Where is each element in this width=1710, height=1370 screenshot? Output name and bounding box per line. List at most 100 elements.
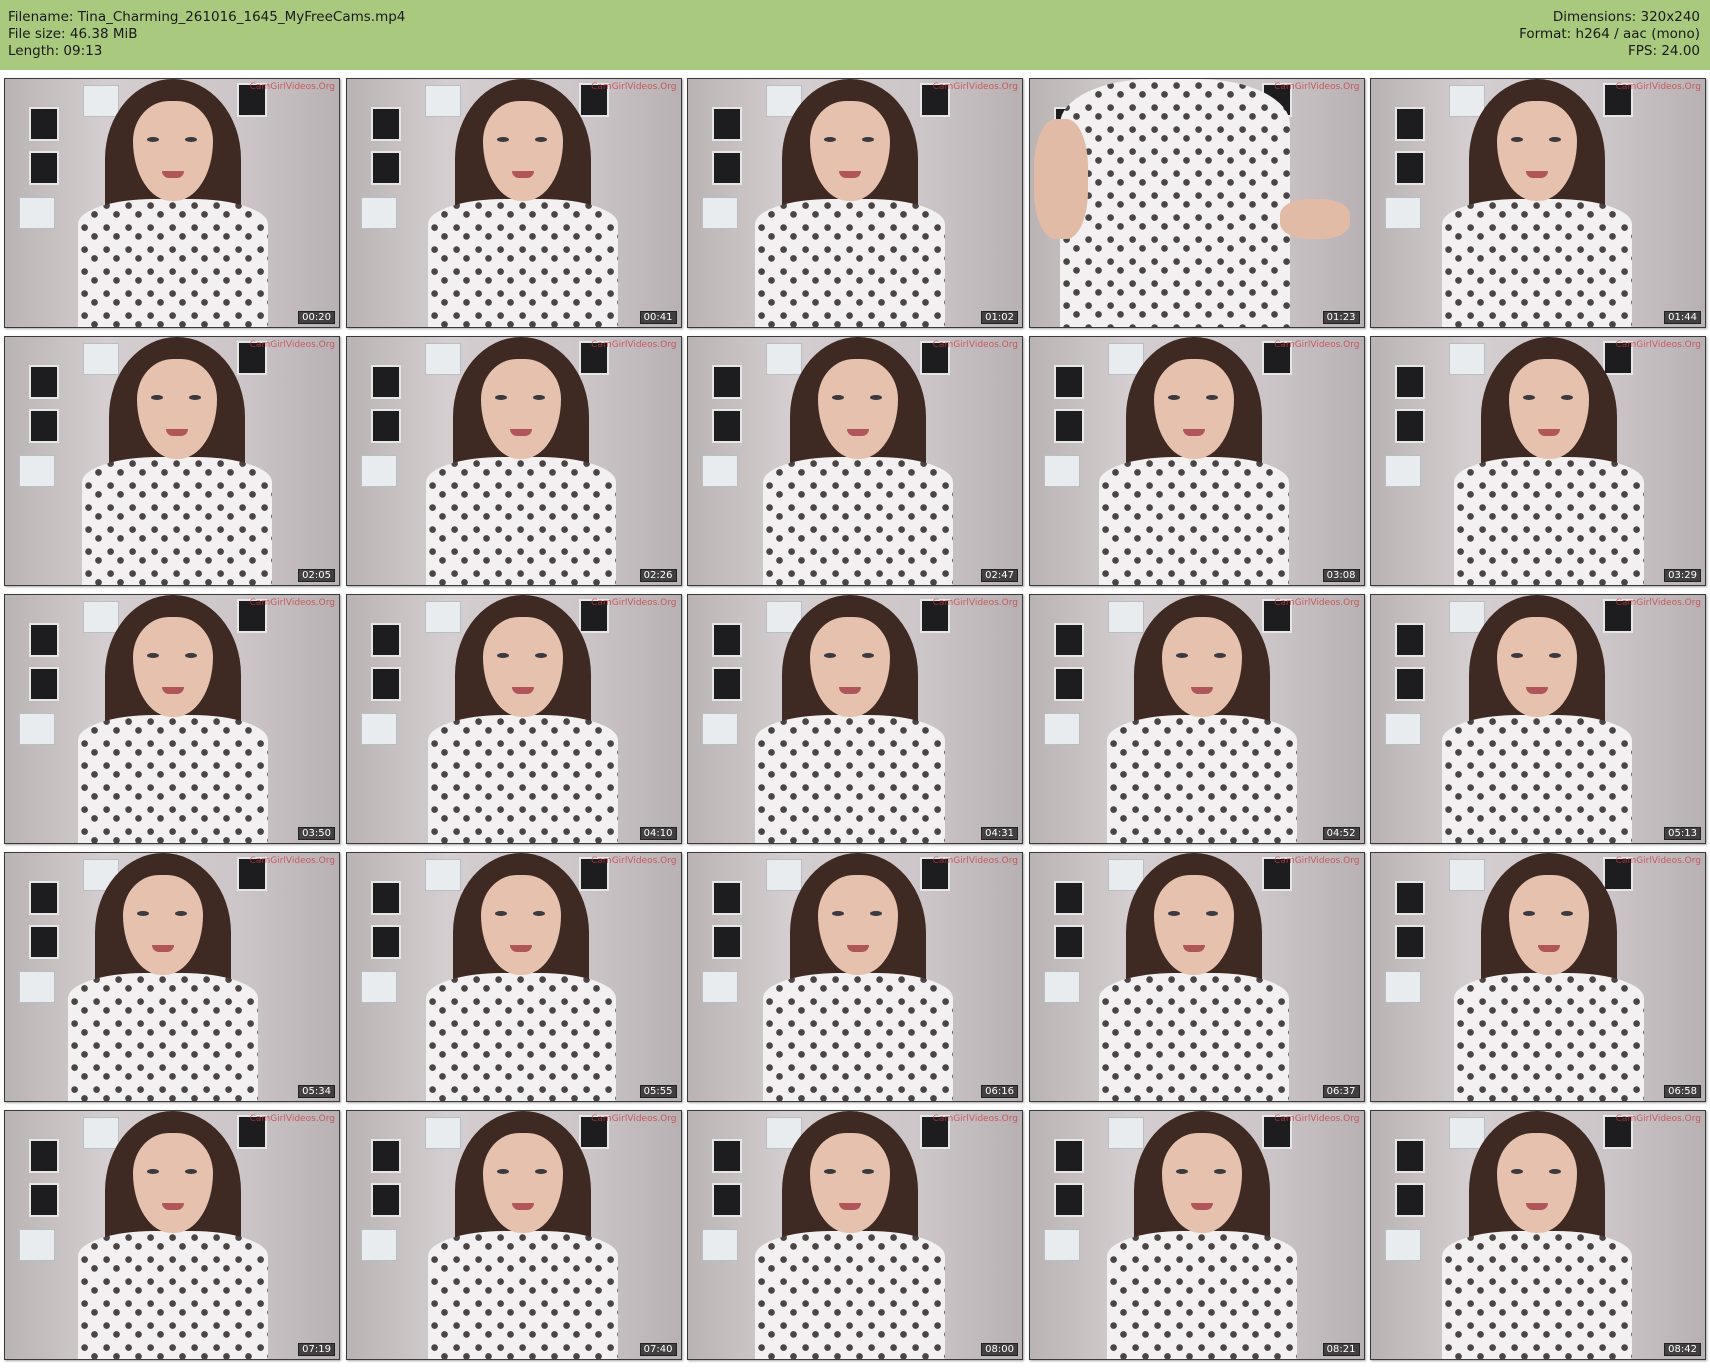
video-thumbnail[interactable]: CamGirlVideos.Org 00:20 — [4, 78, 340, 328]
dimensions-text: Dimensions: 320x240 — [1552, 9, 1700, 25]
thumbnail-grid: CamGirlVideos.Org 00:20 CamGirlVideos.Org 0… — [4, 78, 1706, 1366]
scene-picture: CamGirlVideos.Org — [1371, 79, 1705, 327]
thumbnail-timestamp: 03:08 — [1322, 569, 1360, 582]
filename-text: Filename: Tina_Charming_261016_1645_MyFr… — [8, 9, 406, 25]
watermark-text: CamGirlVideos.Org — [1615, 598, 1701, 608]
watermark-text: CamGirlVideos.Org — [932, 82, 1018, 92]
thumbnail-timestamp: 04:31 — [981, 827, 1018, 840]
thumbnail-timestamp: 01:23 — [1322, 311, 1360, 324]
watermark-text: CamGirlVideos.Org — [1274, 1114, 1360, 1124]
watermark-text: CamGirlVideos.Org — [591, 82, 677, 92]
thumbnail-timestamp: 01:44 — [1664, 311, 1701, 324]
format-text: Format: h264 / aac (mono) — [1519, 26, 1700, 42]
video-thumbnail[interactable]: CamGirlVideos.Org 01:44 — [1370, 78, 1706, 328]
scene-picture: CamGirlVideos.Org — [5, 79, 339, 327]
watermark-text: CamGirlVideos.Org — [932, 1114, 1018, 1124]
scene-picture: CamGirlVideos.Org — [688, 337, 1022, 585]
video-thumbnail[interactable]: CamGirlVideos.Org 05:34 — [4, 852, 340, 1102]
thumbnail-timestamp: 05:13 — [1664, 827, 1701, 840]
scene-picture: CamGirlVideos.Org — [688, 853, 1022, 1101]
video-thumbnail[interactable]: CamGirlVideos.Org 01:23 — [1028, 78, 1365, 328]
watermark-text: CamGirlVideos.Org — [591, 856, 677, 866]
length-text: Length: 09:13 — [8, 43, 103, 59]
thumbnail-timestamp: 02:05 — [298, 569, 335, 582]
video-thumbnail[interactable]: CamGirlVideos.Org 06:58 — [1370, 852, 1706, 1102]
thumbnail-timestamp: 08:21 — [1322, 1343, 1360, 1356]
thumbnail-timestamp: 04:10 — [639, 827, 677, 840]
thumbnail-timestamp: 08:00 — [981, 1343, 1018, 1356]
watermark-text: CamGirlVideos.Org — [591, 598, 677, 608]
scene-picture: CamGirlVideos.Org — [1029, 1111, 1364, 1359]
thumbnail-timestamp: 05:55 — [639, 1085, 677, 1098]
thumbnail-timestamp: 03:50 — [298, 827, 335, 840]
watermark-text: CamGirlVideos.Org — [249, 1114, 335, 1124]
video-thumbnail[interactable]: CamGirlVideos.Org 02:26 — [345, 336, 682, 586]
video-thumbnail[interactable]: CamGirlVideos.Org 06:37 — [1028, 852, 1365, 1102]
scene-picture: CamGirlVideos.Org — [1371, 595, 1705, 843]
watermark-text: CamGirlVideos.Org — [1274, 598, 1360, 608]
thumbnail-timestamp: 00:20 — [298, 311, 335, 324]
scene-picture: CamGirlVideos.Org — [688, 595, 1022, 843]
thumbnail-timestamp: 07:40 — [639, 1343, 677, 1356]
info-header: Filename: Tina_Charming_261016_1645_MyFr… — [0, 0, 1710, 70]
watermark-text: CamGirlVideos.Org — [591, 340, 677, 350]
thumbnail-timestamp: 00:41 — [639, 311, 677, 324]
watermark-text: CamGirlVideos.Org — [1274, 340, 1360, 350]
video-thumbnail[interactable]: CamGirlVideos.Org 07:19 — [4, 1110, 340, 1360]
thumbnail-timestamp: 01:02 — [981, 311, 1018, 324]
scene-picture: CamGirlVideos.Org — [1029, 853, 1364, 1101]
scene-picture: CamGirlVideos.Org — [688, 79, 1022, 327]
watermark-text: CamGirlVideos.Org — [249, 856, 335, 866]
scene-picture: CamGirlVideos.Org — [5, 595, 339, 843]
filesize-text: File size: 46.38 MiB — [8, 26, 138, 42]
scene-picture: CamGirlVideos.Org — [1371, 853, 1705, 1101]
video-thumbnail[interactable]: CamGirlVideos.Org 06:16 — [687, 852, 1023, 1102]
watermark-text: CamGirlVideos.Org — [249, 598, 335, 608]
watermark-text: CamGirlVideos.Org — [1615, 340, 1701, 350]
video-thumbnail[interactable]: CamGirlVideos.Org 08:21 — [1028, 1110, 1365, 1360]
video-thumbnail[interactable]: CamGirlVideos.Org 02:47 — [687, 336, 1023, 586]
thumbnail-timestamp: 02:47 — [981, 569, 1018, 582]
fps-text: FPS: 24.00 — [1628, 43, 1700, 59]
thumbnail-timestamp: 05:34 — [298, 1085, 335, 1098]
scene-picture: CamGirlVideos.Org — [1029, 595, 1364, 843]
file-info-left: Filename: Tina_Charming_261016_1645_MyFr… — [8, 9, 405, 60]
video-thumbnail[interactable]: CamGirlVideos.Org 08:00 — [687, 1110, 1023, 1360]
video-thumbnail[interactable]: CamGirlVideos.Org 04:31 — [687, 594, 1023, 844]
scene-picture: CamGirlVideos.Org — [346, 79, 681, 327]
scene-picture: CamGirlVideos.Org — [346, 595, 681, 843]
scene-picture: CamGirlVideos.Org — [1371, 1111, 1705, 1359]
video-thumbnail[interactable]: CamGirlVideos.Org 00:41 — [345, 78, 682, 328]
thumbnail-timestamp: 07:19 — [298, 1343, 335, 1356]
thumbnail-timestamp: 06:37 — [1322, 1085, 1360, 1098]
scene-picture: CamGirlVideos.Org — [5, 1111, 339, 1359]
video-thumbnail[interactable]: CamGirlVideos.Org 08:42 — [1370, 1110, 1706, 1360]
watermark-text: CamGirlVideos.Org — [1615, 1114, 1701, 1124]
video-thumbnail[interactable]: CamGirlVideos.Org 04:52 — [1028, 594, 1365, 844]
thumbnail-timestamp: 04:52 — [1322, 827, 1360, 840]
thumbnail-timestamp: 06:16 — [981, 1085, 1018, 1098]
video-thumbnail[interactable]: CamGirlVideos.Org 02:05 — [4, 336, 340, 586]
scene-picture: CamGirlVideos.Org — [346, 1111, 681, 1359]
watermark-text: CamGirlVideos.Org — [249, 340, 335, 350]
video-thumbnail[interactable]: CamGirlVideos.Org 04:10 — [345, 594, 682, 844]
video-thumbnail[interactable]: CamGirlVideos.Org 03:29 — [1370, 336, 1706, 586]
video-thumbnail[interactable]: CamGirlVideos.Org 05:13 — [1370, 594, 1706, 844]
file-info-right: Dimensions: 320x240 Format: h264 / aac (… — [1519, 9, 1700, 60]
video-thumbnail[interactable]: CamGirlVideos.Org 05:55 — [345, 852, 682, 1102]
watermark-text: CamGirlVideos.Org — [1274, 856, 1360, 866]
thumbnail-timestamp: 02:26 — [639, 569, 677, 582]
thumbnail-timestamp: 03:29 — [1664, 569, 1701, 582]
scene-picture: CamGirlVideos.Org — [1029, 337, 1364, 585]
video-thumbnail[interactable]: CamGirlVideos.Org 03:08 — [1028, 336, 1365, 586]
watermark-text: CamGirlVideos.Org — [1615, 856, 1701, 866]
video-thumbnail[interactable]: CamGirlVideos.Org 01:02 — [687, 78, 1023, 328]
video-thumbnail[interactable]: CamGirlVideos.Org 03:50 — [4, 594, 340, 844]
watermark-text: CamGirlVideos.Org — [932, 856, 1018, 866]
video-thumbnail[interactable]: CamGirlVideos.Org 07:40 — [345, 1110, 682, 1360]
watermark-text: CamGirlVideos.Org — [591, 1114, 677, 1124]
scene-picture: CamGirlVideos.Org — [1371, 337, 1705, 585]
scene-picture: CamGirlVideos.Org — [688, 1111, 1022, 1359]
watermark-text: CamGirlVideos.Org — [932, 340, 1018, 350]
scene-picture: CamGirlVideos.Org — [1029, 79, 1364, 327]
